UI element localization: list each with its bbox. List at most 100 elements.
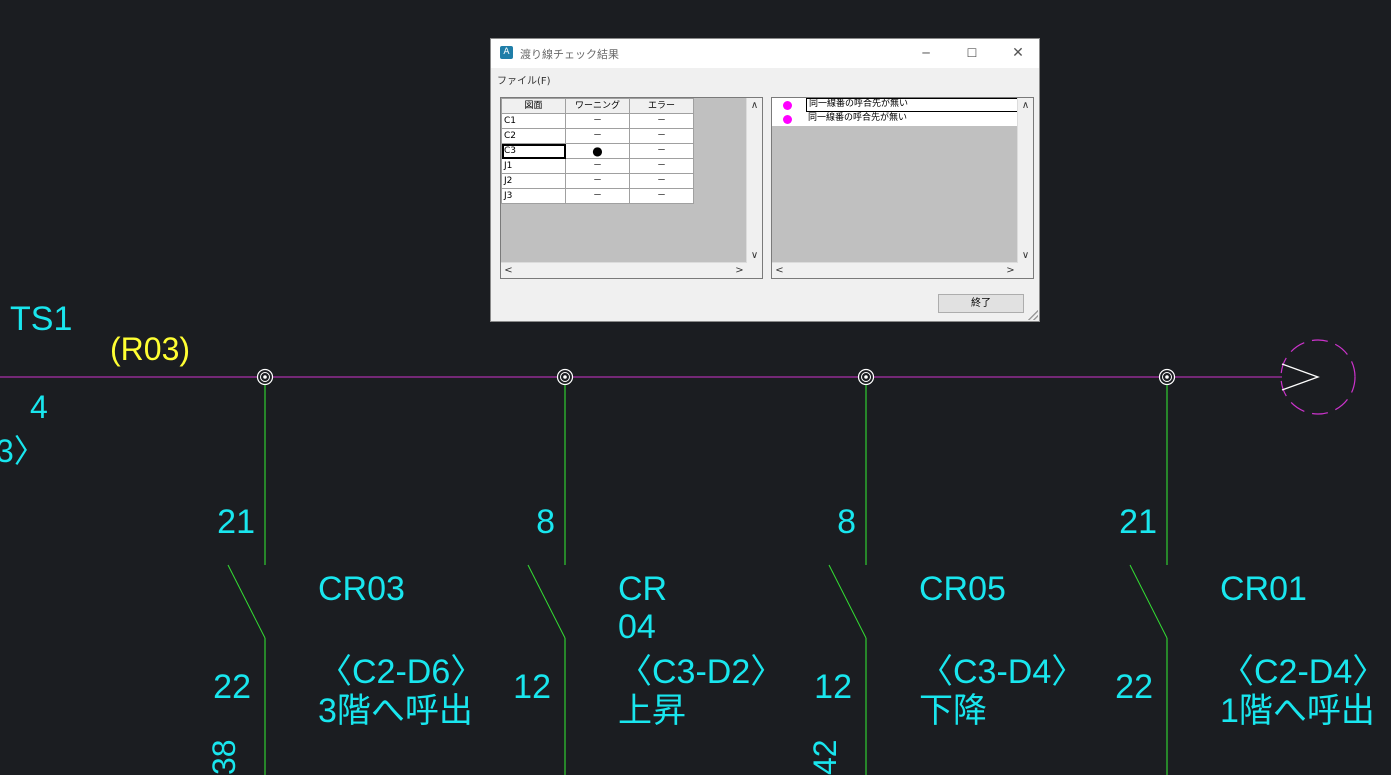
terminal-number: 4 <box>30 389 48 425</box>
menu-file[interactable]: ファイル(F) <box>497 72 551 87</box>
table-row[interactable]: J3 －－ <box>501 188 694 204</box>
wire-check-dialog: A 渡り線チェック結果 ─ ☐ ✕ ファイル(F) 図面 ワーニング エラー C… <box>490 38 1040 322</box>
cell-warning[interactable]: － <box>565 188 630 204</box>
junction-node-center <box>864 375 868 379</box>
terminal-number-bottom: 12 <box>513 668 551 706</box>
drawing-table: 図面 ワーニング エラー C1 －－ C2 －－ C3 ● － J1 －－ J2 －－ J3 －－ <box>501 98 694 204</box>
junction-node-center <box>563 375 567 379</box>
horizontal-scrollbar[interactable]: < > <box>772 262 1018 278</box>
table-row[interactable]: J2 －－ <box>501 173 694 189</box>
cell-drawing[interactable]: J1 <box>501 158 566 174</box>
table-header-row: 図面 ワーニング エラー <box>501 98 694 114</box>
scroll-down-icon[interactable]: ∨ <box>747 248 762 263</box>
terminal-ref-partial: 3〉 <box>0 433 46 469</box>
terminal-number-bottom: 22 <box>213 668 251 706</box>
junction-node-center <box>263 375 267 379</box>
switch-contact <box>1129 564 1168 639</box>
switch-contact <box>227 564 266 639</box>
column-header-drawing[interactable]: 図面 <box>501 98 566 114</box>
cell-drawing[interactable]: J2 <box>501 173 566 189</box>
cell-warning[interactable]: － <box>565 173 630 189</box>
cell-error[interactable]: － <box>629 158 694 174</box>
scroll-right-icon[interactable]: > <box>732 263 747 278</box>
relay-column: 21 22 CR01 〈C2-D4〉1階へ呼出 <box>1115 368 1386 775</box>
menu-bar: ファイル(F) <box>491 68 1039 88</box>
scroll-left-icon[interactable]: < <box>772 263 787 278</box>
column-header-error[interactable]: エラー <box>629 98 694 114</box>
scroll-up-icon[interactable]: ∧ <box>747 98 762 113</box>
cell-error[interactable]: － <box>629 173 694 189</box>
table-row[interactable]: C3 ● － <box>501 143 694 159</box>
app-icon: A <box>500 46 513 59</box>
relay-ref: 〈C3-D4〉 <box>919 653 1085 691</box>
relay-ref: 〈C2-D6〉 <box>318 653 484 691</box>
cell-error[interactable]: － <box>629 113 694 129</box>
message-row[interactable]: 同一線番の呼合先が無い <box>772 112 1018 126</box>
vertical-scrollbar[interactable]: ∧ ∨ <box>1017 98 1033 263</box>
relay-column: 21 22 CR03 〈C2-D6〉3階へ呼出 38 <box>206 368 484 775</box>
terminal-number-bottom: 22 <box>1115 668 1153 706</box>
message-list-panel[interactable]: 同一線番の呼合先が無い 同一線番の呼合先が無い ∧ ∨ < > <box>771 97 1034 279</box>
cell-warning[interactable]: － <box>565 158 630 174</box>
relay-description: 上昇 <box>618 692 686 730</box>
vertical-scrollbar[interactable]: ∧ ∨ <box>746 98 762 263</box>
table-row[interactable]: C1 －－ <box>501 113 694 129</box>
cell-warning[interactable]: ● <box>565 143 630 159</box>
relay-name: CR05 <box>919 570 1006 608</box>
cell-drawing[interactable]: C2 <box>501 128 566 144</box>
cell-drawing[interactable]: C1 <box>501 113 566 129</box>
horizontal-scrollbar[interactable]: < > <box>501 262 747 278</box>
scroll-corner <box>747 263 762 278</box>
terminal-number-top: 21 <box>1119 503 1157 541</box>
terminal-number-bottom: 12 <box>814 668 852 706</box>
end-button[interactable]: 終了 <box>938 294 1024 313</box>
terminal-number-top: 21 <box>217 503 255 541</box>
cell-warning[interactable]: － <box>565 128 630 144</box>
scroll-right-icon[interactable]: > <box>1003 263 1018 278</box>
title-bar[interactable]: A 渡り線チェック結果 ─ ☐ ✕ <box>491 39 1039 68</box>
relay-name: CR01 <box>1220 570 1307 608</box>
relay-tag: (R03) <box>110 331 190 367</box>
relay-ref: 〈C2-D4〉 <box>1220 653 1386 691</box>
scroll-up-icon[interactable]: ∧ <box>1018 98 1033 113</box>
terminal-number-top: 8 <box>536 503 555 541</box>
relay-description: 1階へ呼出 <box>1220 692 1375 730</box>
warning-dot-icon <box>783 101 792 110</box>
cell-error[interactable]: － <box>629 143 694 159</box>
message-text: 同一線番の呼合先が無い <box>808 113 908 123</box>
relay-column: 8 12 CR05 〈C3-D4〉下降 42 <box>807 368 1085 775</box>
message-row[interactable]: 同一線番の呼合先が無い <box>772 98 1018 112</box>
connector-arrow-icon <box>1281 363 1320 391</box>
maximize-button[interactable]: ☐ <box>949 39 995 68</box>
relay-name: 04 <box>618 608 656 646</box>
dialog-title: 渡り線チェック結果 <box>520 48 619 61</box>
minimize-button[interactable]: ─ <box>903 39 949 68</box>
scroll-down-icon[interactable]: ∨ <box>1018 248 1033 263</box>
warning-dot-icon <box>783 115 792 124</box>
terminal-number-top: 8 <box>837 503 856 541</box>
vertical-wire-number: 38 <box>206 739 242 775</box>
junction-node-center <box>1165 375 1169 379</box>
relay-description: 下降 <box>919 692 987 730</box>
cell-warning[interactable]: － <box>565 113 630 129</box>
relay-description: 3階へ呼出 <box>318 692 473 730</box>
resize-grip-icon[interactable] <box>1028 310 1038 320</box>
terminal-label: TS1 <box>10 300 72 338</box>
table-row[interactable]: C2 －－ <box>501 128 694 144</box>
cell-drawing[interactable]: C3 <box>501 143 566 159</box>
vertical-wire-number: 42 <box>807 739 843 775</box>
column-header-warning[interactable]: ワーニング <box>565 98 630 114</box>
relay-name: CR <box>618 570 667 608</box>
scroll-corner <box>1018 263 1033 278</box>
cell-error[interactable]: － <box>629 188 694 204</box>
relay-ref: 〈C3-D2〉 <box>618 653 784 691</box>
relay-name: CR03 <box>318 570 405 608</box>
scroll-left-icon[interactable]: < <box>501 263 516 278</box>
cell-error[interactable]: － <box>629 128 694 144</box>
close-button[interactable]: ✕ <box>995 39 1041 68</box>
message-text: 同一線番の呼合先が無い <box>806 98 1018 112</box>
cell-drawing[interactable]: J3 <box>501 188 566 204</box>
relay-column: 8 12 CR04 〈C3-D2〉上昇 <box>513 368 784 775</box>
drawing-list-panel[interactable]: 図面 ワーニング エラー C1 －－ C2 －－ C3 ● － J1 －－ J2 －－ J3 －－ ∧ … <box>500 97 763 279</box>
table-row[interactable]: J1 －－ <box>501 158 694 174</box>
